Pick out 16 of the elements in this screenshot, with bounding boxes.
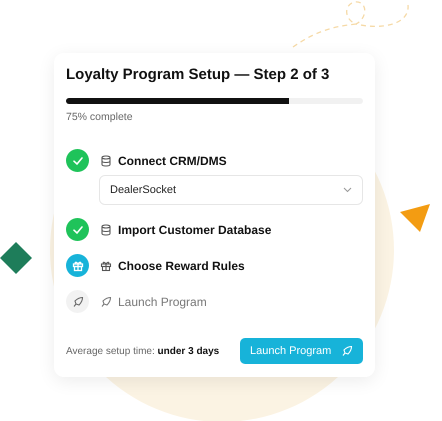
crm-dropdown[interactable]: DealerSocket — [99, 175, 363, 205]
step-label: Import Customer Database — [118, 222, 272, 236]
database-icon — [100, 154, 112, 166]
step-label: Choose Reward Rules — [118, 258, 245, 272]
progress-label: 75% complete — [66, 111, 134, 123]
rocket-icon — [341, 345, 353, 357]
card-title: Loyalty Program Setup — Step 2 of 3 — [66, 66, 330, 83]
rocket-icon — [100, 296, 112, 308]
database-icon — [100, 224, 112, 236]
gift-icon — [100, 260, 112, 272]
step-label: Launch Program — [118, 294, 207, 308]
chevron-down-icon — [343, 187, 352, 193]
triangle-shape — [400, 204, 430, 232]
setup-time-text: Average setup time: under 3 days — [66, 346, 220, 356]
diamond-shape — [0, 242, 32, 274]
step-label: Connect CRM/DMS — [118, 154, 227, 168]
